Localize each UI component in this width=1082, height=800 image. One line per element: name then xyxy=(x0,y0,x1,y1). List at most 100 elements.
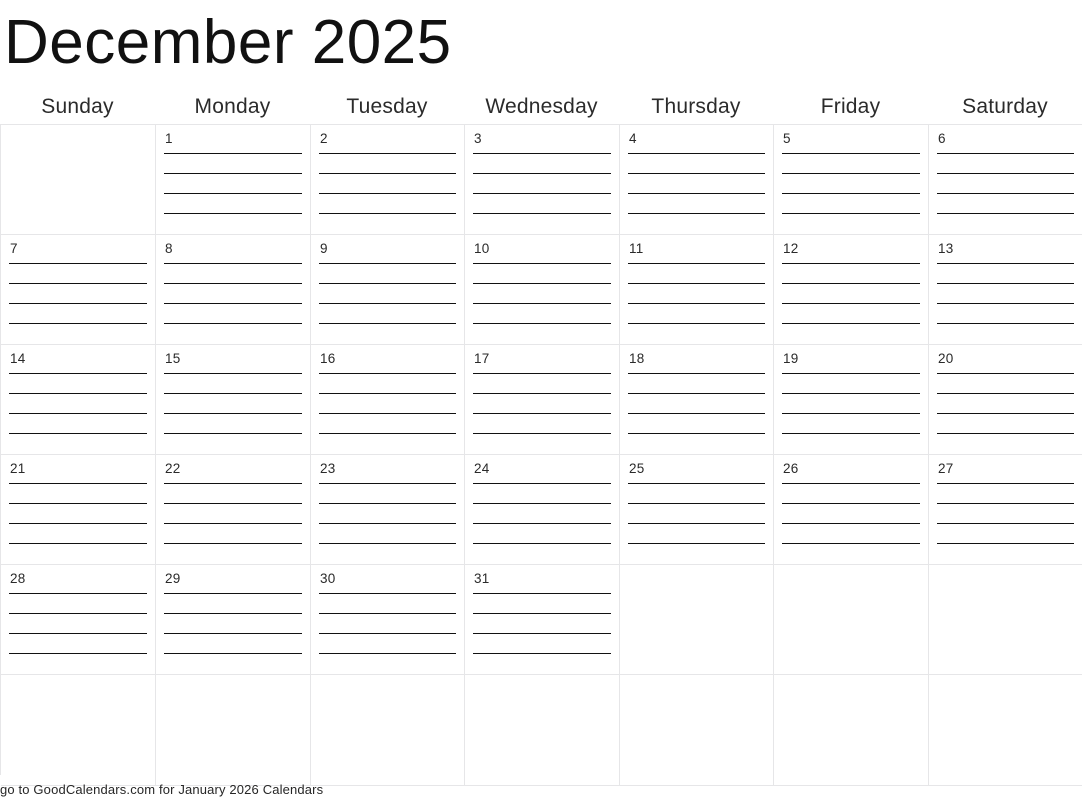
day-cell-27[interactable]: 27 xyxy=(929,455,1082,565)
writing-line xyxy=(628,283,765,284)
day-number: 12 xyxy=(783,241,799,256)
writing-line xyxy=(782,193,920,194)
day-cell-empty[interactable] xyxy=(929,565,1082,675)
day-cell-empty[interactable] xyxy=(156,675,311,786)
writing-line xyxy=(628,213,765,214)
writing-lines xyxy=(628,261,765,338)
day-cell-empty[interactable] xyxy=(620,565,774,675)
writing-lines xyxy=(473,591,611,668)
writing-line xyxy=(164,413,302,414)
day-cell-2[interactable]: 2 xyxy=(311,125,465,235)
day-cell-empty[interactable] xyxy=(311,675,465,786)
day-cell-11[interactable]: 11 xyxy=(620,235,774,345)
writing-line xyxy=(782,483,920,484)
writing-line xyxy=(9,433,147,434)
day-cell-22[interactable]: 22 xyxy=(156,455,311,565)
writing-line xyxy=(9,393,147,394)
writing-line xyxy=(319,393,456,394)
day-cell-24[interactable]: 24 xyxy=(465,455,620,565)
writing-lines xyxy=(164,591,302,668)
writing-line xyxy=(782,283,920,284)
writing-line xyxy=(319,153,456,154)
writing-line xyxy=(319,633,456,634)
day-cell-3[interactable]: 3 xyxy=(465,125,620,235)
writing-lines xyxy=(473,261,611,338)
weekday-header-thursday: Thursday xyxy=(651,95,741,118)
writing-line xyxy=(9,543,147,544)
day-cell-23[interactable]: 23 xyxy=(311,455,465,565)
day-number: 3 xyxy=(474,131,482,146)
day-cell-7[interactable]: 7 xyxy=(1,235,156,345)
weekday-header-tuesday: Tuesday xyxy=(346,95,428,118)
writing-lines xyxy=(628,371,765,448)
day-cell-19[interactable]: 19 xyxy=(774,345,929,455)
writing-line xyxy=(164,523,302,524)
writing-line xyxy=(9,653,147,654)
writing-lines xyxy=(782,151,920,228)
writing-lines xyxy=(9,591,147,668)
day-cell-30[interactable]: 30 xyxy=(311,565,465,675)
day-number: 26 xyxy=(783,461,799,476)
day-cell-17[interactable]: 17 xyxy=(465,345,620,455)
writing-lines xyxy=(319,371,456,448)
writing-line xyxy=(937,263,1074,264)
writing-line xyxy=(319,173,456,174)
writing-line xyxy=(319,413,456,414)
day-cell-20[interactable]: 20 xyxy=(929,345,1082,455)
writing-line xyxy=(164,613,302,614)
writing-line xyxy=(164,483,302,484)
day-cell-10[interactable]: 10 xyxy=(465,235,620,345)
writing-line xyxy=(473,523,611,524)
day-cell-5[interactable]: 5 xyxy=(774,125,929,235)
day-cell-9[interactable]: 9 xyxy=(311,235,465,345)
day-cell-26[interactable]: 26 xyxy=(774,455,929,565)
writing-line xyxy=(319,373,456,374)
writing-line xyxy=(473,173,611,174)
day-cell-16[interactable]: 16 xyxy=(311,345,465,455)
day-number: 7 xyxy=(10,241,18,256)
writing-lines xyxy=(164,151,302,228)
day-cell-empty[interactable] xyxy=(1,675,156,786)
writing-line xyxy=(473,303,611,304)
day-cell-15[interactable]: 15 xyxy=(156,345,311,455)
weekday-header-row: Sunday Monday Tuesday Wednesday Thursday Frid… xyxy=(0,92,1082,124)
writing-line xyxy=(473,323,611,324)
day-number: 14 xyxy=(10,351,26,366)
day-cell-31[interactable]: 31 xyxy=(465,565,620,675)
writing-line xyxy=(937,193,1074,194)
day-cell-28[interactable]: 28 xyxy=(1,565,156,675)
day-number: 4 xyxy=(629,131,637,146)
day-cell-empty[interactable] xyxy=(774,675,929,786)
day-cell-29[interactable]: 29 xyxy=(156,565,311,675)
day-cell-empty[interactable] xyxy=(929,675,1082,786)
writing-lines xyxy=(628,481,765,558)
day-cell-6[interactable]: 6 xyxy=(929,125,1082,235)
day-cell-empty[interactable] xyxy=(1,125,156,235)
writing-line xyxy=(319,503,456,504)
day-cell-21[interactable]: 21 xyxy=(1,455,156,565)
writing-line xyxy=(9,303,147,304)
day-cell-18[interactable]: 18 xyxy=(620,345,774,455)
day-cell-4[interactable]: 4 xyxy=(620,125,774,235)
day-cell-empty[interactable] xyxy=(774,565,929,675)
day-cell-25[interactable]: 25 xyxy=(620,455,774,565)
writing-line xyxy=(628,433,765,434)
writing-line xyxy=(164,393,302,394)
writing-lines xyxy=(473,151,611,228)
writing-lines xyxy=(473,481,611,558)
day-cell-12[interactable]: 12 xyxy=(774,235,929,345)
writing-line xyxy=(628,263,765,264)
day-number: 19 xyxy=(783,351,799,366)
day-cell-14[interactable]: 14 xyxy=(1,345,156,455)
day-cell-8[interactable]: 8 xyxy=(156,235,311,345)
day-number: 17 xyxy=(474,351,490,366)
day-cell-13[interactable]: 13 xyxy=(929,235,1082,345)
day-cell-1[interactable]: 1 xyxy=(156,125,311,235)
writing-line xyxy=(164,303,302,304)
writing-line xyxy=(473,653,611,654)
day-cell-empty[interactable] xyxy=(620,675,774,786)
writing-line xyxy=(319,593,456,594)
day-number: 6 xyxy=(938,131,946,146)
day-cell-empty[interactable] xyxy=(465,675,620,786)
day-number: 30 xyxy=(320,571,336,586)
